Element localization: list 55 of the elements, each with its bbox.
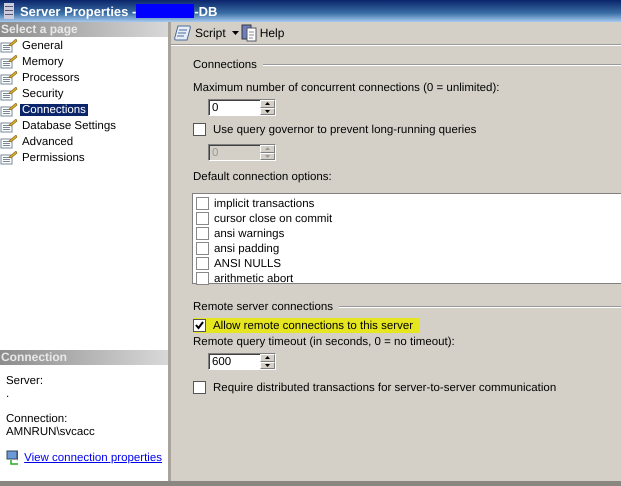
sidebar-item[interactable]: Permissions (20, 152, 87, 164)
down-arrow-icon (265, 154, 270, 158)
help-book-icon (240, 24, 257, 42)
option-checkbox[interactable]: ansi warnings (196, 226, 618, 241)
window-title-suffix: -DB (194, 4, 218, 18)
checkmark-icon (195, 321, 204, 330)
checkbox[interactable]: Allow remote connections to this server (193, 318, 420, 333)
checkbox-square[interactable] (193, 319, 206, 332)
server-icon (4, 3, 14, 19)
up-arrow-icon (265, 102, 270, 106)
checkbox-label: Use query governor to prevent long-running queries (213, 124, 476, 136)
option-checkbox[interactable]: arithmetic abort (196, 271, 618, 286)
up-arrow-icon (265, 147, 270, 150)
server-value: . (6, 388, 10, 401)
checkbox[interactable]: Require distributed transactions for server-to-server communication (193, 380, 562, 395)
scroll-icon (174, 24, 192, 42)
checkbox[interactable]: Use query governor to prevent long-running queries (193, 122, 482, 137)
checkbox-label: Require distributed transactions for server-to-server communication (213, 382, 556, 394)
sidebar-item[interactable]: Advanced (20, 136, 76, 148)
connection-value: AMNRUN\svcacc (6, 426, 96, 439)
down-arrow-icon (265, 364, 270, 367)
option-checkbox[interactable]: implicit transactions (196, 196, 618, 211)
sidebar-item[interactable]: Security (20, 88, 66, 100)
number-field[interactable]: 0 (208, 99, 276, 116)
option-checkbox[interactable]: cursor close on commit (196, 211, 618, 226)
field-label: Remote query timeout (in seconds, 0 = no timeout): (193, 336, 456, 348)
field-label: Default connection options: (193, 171, 333, 183)
down-arrow-icon (265, 110, 270, 113)
checkbox-square[interactable] (193, 381, 206, 394)
window-title: Server Properties - (20, 4, 136, 18)
computer-icon (6, 450, 18, 466)
group-heading: Connections (193, 59, 257, 71)
connection-label: Connection: (6, 413, 68, 426)
sidebar-item[interactable]: Database Settings (20, 120, 118, 132)
option-checkbox[interactable]: ANSI NULLS (196, 256, 618, 271)
up-arrow-icon (265, 356, 270, 360)
view-connection-properties-link[interactable]: View connection properties (24, 452, 162, 464)
checkbox-label: Allow remote connections to this server (213, 320, 414, 332)
sidebar-item[interactable]: Processors (20, 72, 82, 84)
option-checkbox[interactable]: ansi padding (196, 241, 618, 256)
spin-up-button[interactable] (260, 354, 275, 362)
section-header: Connection (0, 350, 168, 365)
group-heading: Remote server connections (193, 301, 333, 313)
server-label: Server: (6, 375, 44, 388)
sidebar-item[interactable]: General (20, 40, 65, 52)
dropdown-arrow-icon[interactable] (232, 31, 239, 35)
sidebar-item[interactable]: Connections (20, 104, 88, 116)
section-header: Select a page (0, 22, 168, 37)
sidebar-item[interactable]: Memory (20, 56, 66, 68)
help-button[interactable]: Help (240, 24, 288, 42)
field-label: Maximum number of concurrent connections (0 = unlimited): (193, 82, 500, 94)
spin-up-button[interactable] (260, 100, 275, 108)
number-field[interactable]: 600 (208, 353, 276, 370)
script-button[interactable]: Script (174, 24, 230, 42)
checkbox-square[interactable] (193, 123, 206, 136)
